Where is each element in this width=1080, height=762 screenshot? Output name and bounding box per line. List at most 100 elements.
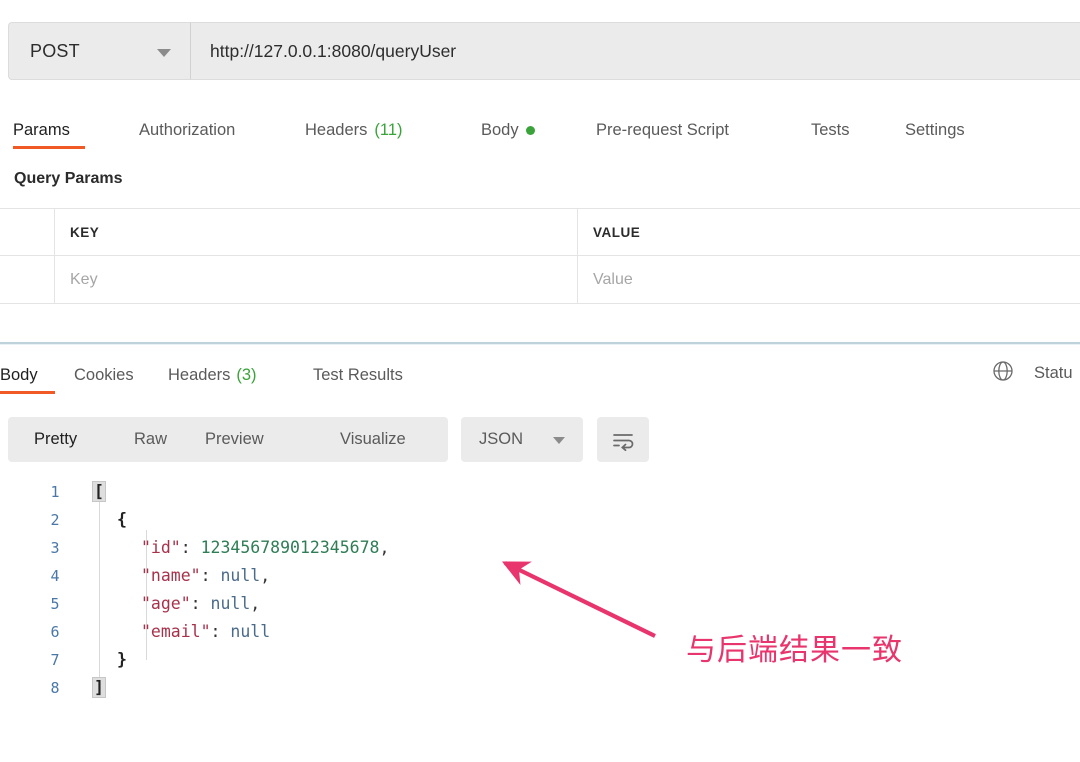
code-line: 1[ [0, 478, 1080, 506]
globe-icon[interactable] [992, 360, 1014, 387]
param-value-input[interactable]: Value [578, 256, 1080, 303]
request-tab-body[interactable]: Body [481, 108, 535, 152]
line-number: 5 [44, 590, 66, 618]
response-tab-test-results[interactable]: Test Results [313, 355, 403, 395]
token: null [211, 594, 251, 613]
http-method-label: POST [30, 41, 80, 62]
tab-label: Params [13, 121, 70, 140]
token: null [220, 566, 260, 585]
annotation-label: 与后端结果一致 [686, 625, 903, 669]
chevron-down-icon [553, 437, 565, 444]
tab-label: Headers [168, 366, 230, 385]
url-bar: POST http://127.0.0.1:8080/queryUser [8, 22, 1080, 80]
request-tab-tests[interactable]: Tests [811, 108, 850, 152]
http-method-selector[interactable]: POST [8, 22, 191, 80]
token: , [260, 566, 270, 585]
code-line: 3 "id": 123456789012345678, [0, 534, 1080, 562]
token: "id" [141, 538, 181, 557]
line-number: 4 [44, 562, 66, 590]
param-key-input[interactable]: Key [55, 256, 578, 303]
code-text: } [117, 646, 127, 674]
token: } [117, 650, 127, 669]
response-status-area: Statu [992, 360, 1073, 387]
line-number: 8 [44, 674, 66, 702]
tab-label: Authorization [139, 121, 235, 140]
response-tab-cookies[interactable]: Cookies [74, 355, 134, 395]
code-text: "id": 123456789012345678, [141, 534, 389, 562]
code-text: [ [93, 478, 105, 506]
status-label: Statu [1034, 364, 1073, 383]
token: : [211, 622, 231, 641]
token: : [181, 538, 201, 557]
view-mode-visualize[interactable]: Visualize [340, 417, 406, 462]
token: ] [93, 678, 105, 697]
tab-label: Body [481, 121, 519, 140]
tab-count: (3) [236, 366, 256, 385]
param-value-placeholder: Value [593, 271, 633, 289]
request-tab-pre-request-script[interactable]: Pre-request Script [596, 108, 729, 152]
request-tab-headers[interactable]: Headers (11) [305, 108, 403, 152]
token: "email" [141, 622, 211, 641]
active-request-tab-indicator [13, 146, 85, 149]
tab-label: Cookies [74, 366, 134, 385]
response-tab-headers[interactable]: Headers (3) [168, 355, 257, 395]
token: : [191, 594, 211, 613]
body-present-dot-icon [526, 126, 535, 135]
code-line: 2{ [0, 506, 1080, 534]
code-text: "email": null [141, 618, 270, 646]
line-number: 3 [44, 534, 66, 562]
column-header-key: KEY [55, 209, 578, 255]
column-header-value: VALUE [578, 209, 1080, 255]
code-text: ] [93, 674, 105, 702]
tab-count: (11) [374, 121, 402, 140]
line-number: 7 [44, 646, 66, 674]
request-tab-bar: Params Authorization Headers (11) Body Pre-re… [0, 108, 1080, 152]
response-tab-body[interactable]: Body [0, 355, 38, 395]
postman-window: POST http://127.0.0.1:8080/queryUser Par… [0, 0, 1080, 762]
view-mode-pretty[interactable]: Pretty [34, 417, 77, 462]
token: "name" [141, 566, 201, 585]
code-text: { [117, 506, 127, 534]
code-line: 4 "name": null, [0, 562, 1080, 590]
line-number: 2 [44, 506, 66, 534]
table-row[interactable]: Key Value [0, 256, 1080, 304]
tab-label: Headers [305, 121, 367, 140]
code-line: 5 "age": null, [0, 590, 1080, 618]
response-tab-bar: Body Cookies Headers (3) Test Results [0, 355, 1080, 395]
request-tab-settings[interactable]: Settings [905, 108, 965, 152]
row-checkbox-cell[interactable] [0, 256, 55, 303]
code-text: "age": null, [141, 590, 260, 618]
token: , [250, 594, 260, 613]
tab-label: Body [0, 366, 38, 385]
url-input[interactable]: http://127.0.0.1:8080/queryUser [191, 22, 1080, 80]
chevron-down-icon [157, 49, 171, 57]
token: [ [93, 482, 105, 501]
token: null [230, 622, 270, 641]
token: { [117, 510, 127, 529]
response-view-mode-group: Pretty Raw Preview Visualize [8, 417, 448, 462]
response-format-label: JSON [479, 430, 523, 449]
tab-label: Settings [905, 121, 965, 140]
request-tab-authorization[interactable]: Authorization [139, 108, 235, 152]
pane-divider-shadow [0, 344, 1080, 345]
code-line: 6 "email": null [0, 618, 1080, 646]
select-all-cell [0, 209, 55, 255]
url-value: http://127.0.0.1:8080/queryUser [210, 41, 456, 62]
word-wrap-icon [610, 429, 636, 451]
code-text: "name": null, [141, 562, 270, 590]
active-response-tab-indicator [0, 391, 55, 394]
response-format-selector[interactable]: JSON [461, 417, 583, 462]
line-number: 6 [44, 618, 66, 646]
token: : [201, 566, 221, 585]
token: , [379, 538, 389, 557]
response-body-editor[interactable]: 1[2{3"id": 123456789012345678,4"name": n… [0, 478, 1080, 728]
token: 123456789012345678 [201, 538, 380, 557]
view-mode-raw[interactable]: Raw [134, 417, 167, 462]
query-params-table: KEY VALUE Key Value [0, 208, 1080, 304]
table-header-row: KEY VALUE [0, 208, 1080, 256]
code-line: 8] [0, 674, 1080, 702]
view-mode-preview[interactable]: Preview [205, 417, 264, 462]
code-line: 7} [0, 646, 1080, 674]
tab-label: Tests [811, 121, 850, 140]
word-wrap-button[interactable] [597, 417, 649, 462]
